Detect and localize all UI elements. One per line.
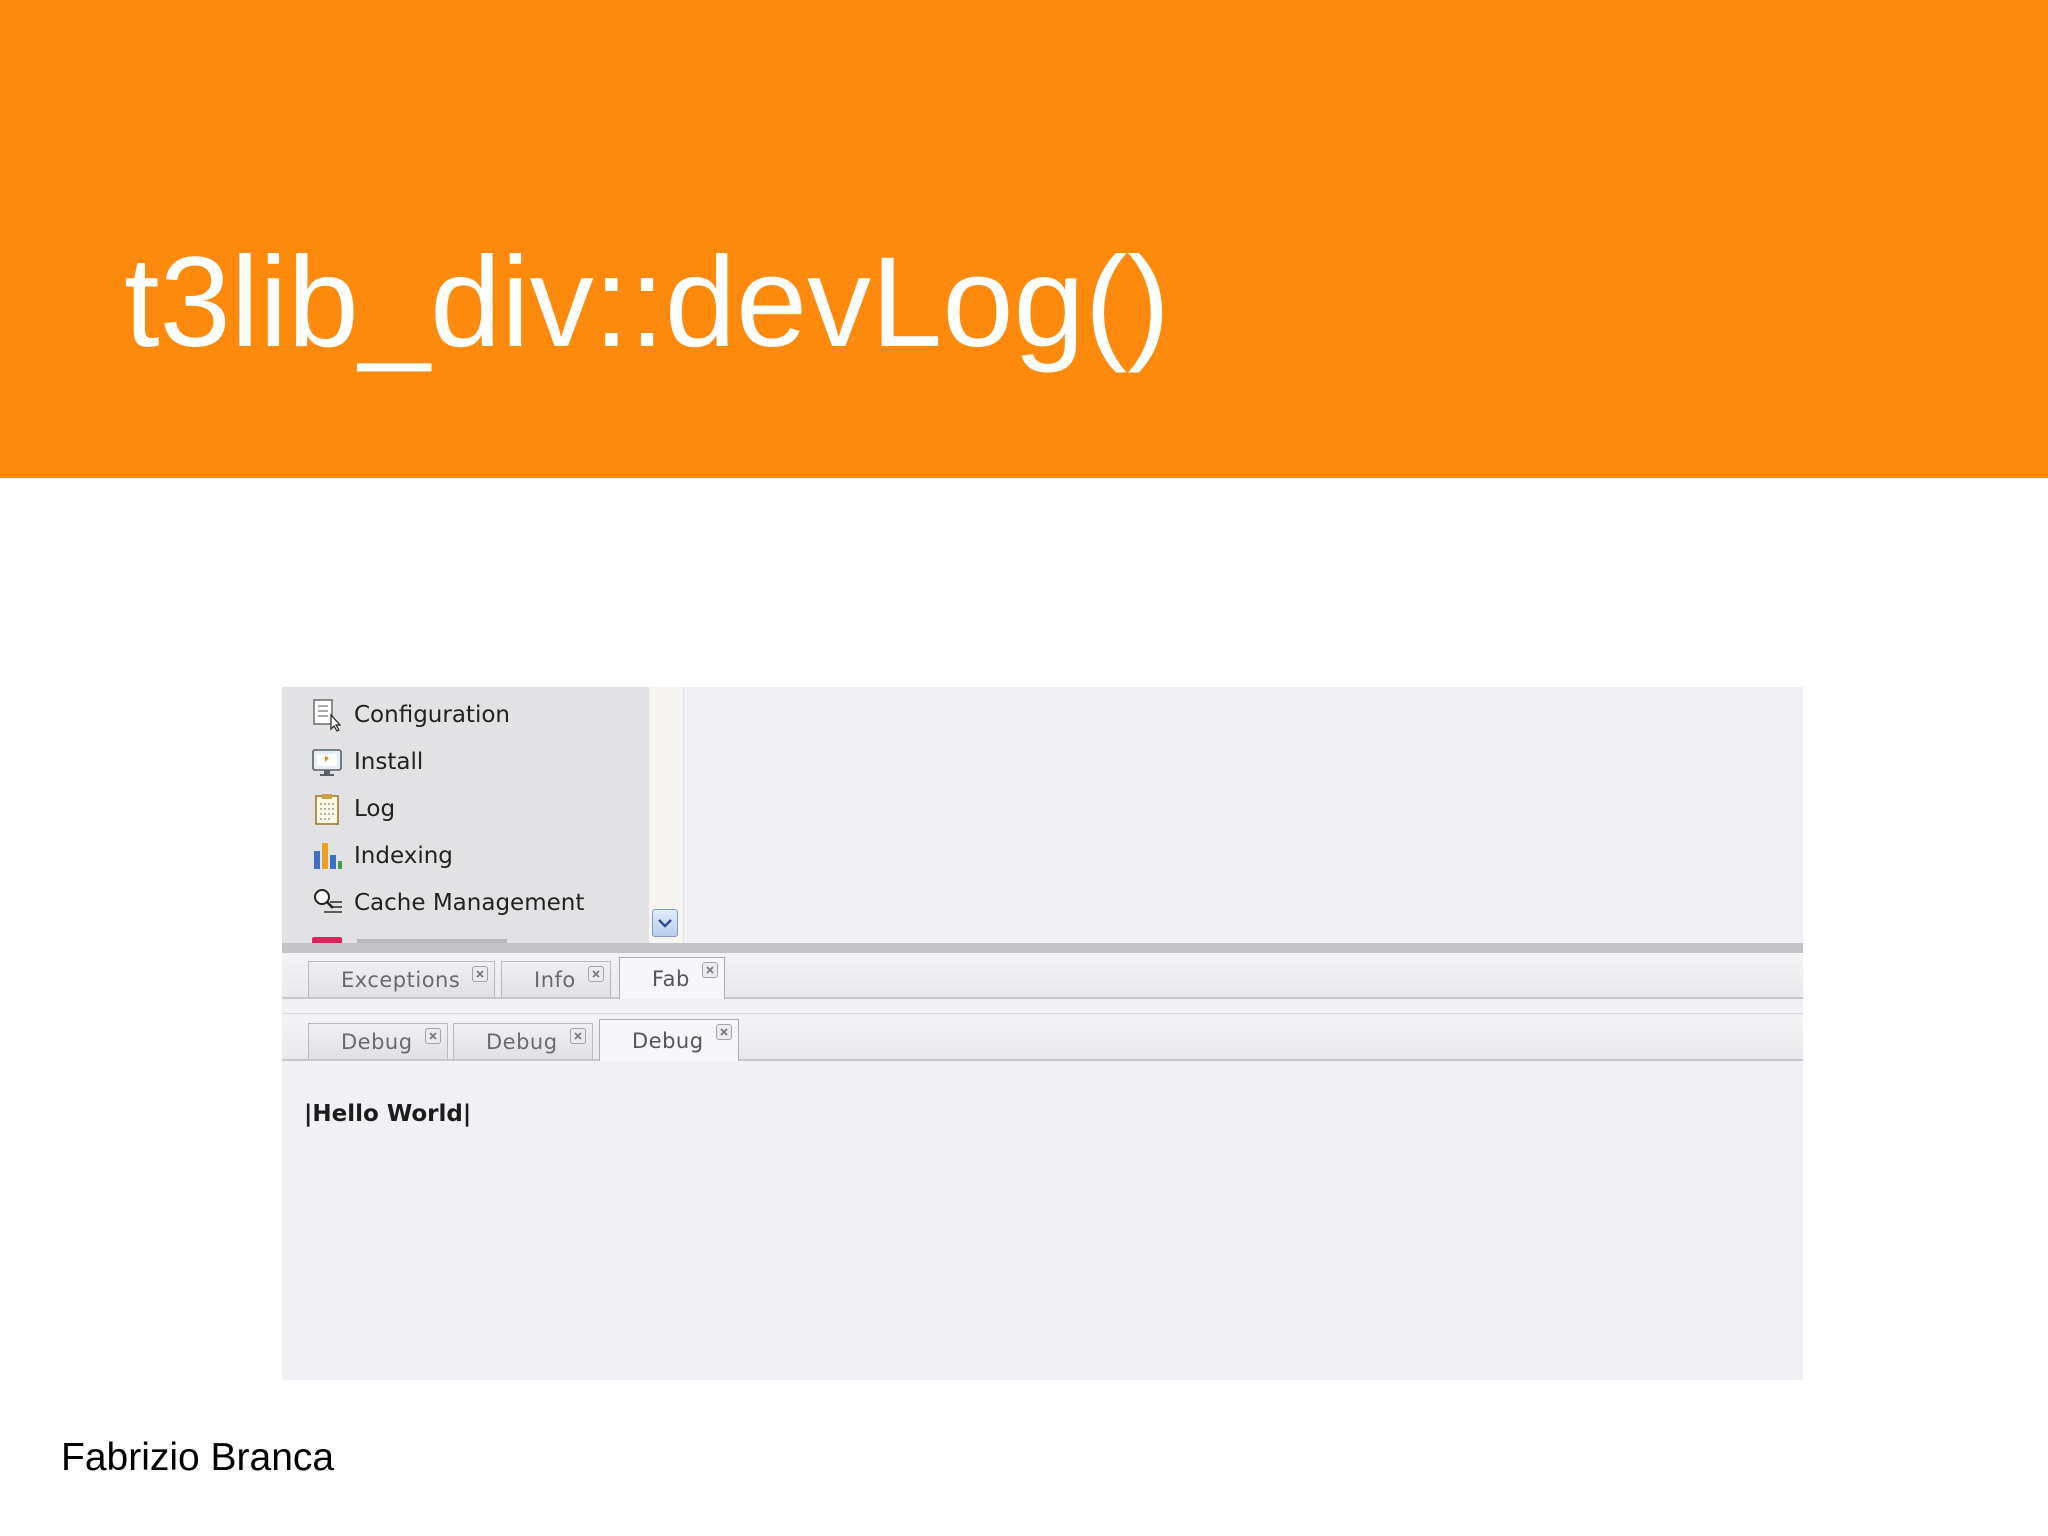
- menu-scroll-down-button[interactable]: [652, 909, 678, 937]
- chevron-down-icon: [657, 914, 673, 933]
- tabstrip-debug: Debug Debug Debug: [282, 1015, 1803, 1061]
- close-icon[interactable]: [570, 1028, 586, 1044]
- menu-item-label: Indexing: [354, 843, 453, 869]
- tab-label: Fab: [652, 966, 690, 991]
- backend-screenshot: Configuration Install Log Indexing Cache…: [282, 687, 1803, 1380]
- tab-label: Debug: [632, 1028, 704, 1053]
- tabstrip-divider: [282, 999, 1803, 1014]
- menu-item-cache-management[interactable]: Cache Management: [310, 883, 584, 923]
- configuration-icon: [310, 698, 344, 732]
- close-icon[interactable]: [588, 966, 604, 982]
- tab-label: Debug: [341, 1029, 413, 1054]
- close-icon[interactable]: [716, 1024, 732, 1040]
- menu-scroll-column: [649, 687, 684, 943]
- slide-title: t3lib_div::devLog(): [124, 231, 1170, 374]
- tab-exceptions[interactable]: Exceptions: [308, 961, 495, 997]
- install-icon: [310, 745, 344, 779]
- tab-label: Debug: [486, 1029, 558, 1054]
- tabstrip-logs: Exceptions Info Fab: [282, 953, 1803, 999]
- close-icon[interactable]: [472, 966, 488, 982]
- tab-fab[interactable]: Fab: [619, 957, 725, 999]
- tab-label: Info: [534, 967, 576, 992]
- tab-label: Exceptions: [341, 967, 461, 992]
- tab-info[interactable]: Info: [501, 961, 611, 997]
- cache-management-icon: [310, 886, 344, 920]
- menu-item-label: Cache Management: [354, 890, 585, 916]
- menu-item-install[interactable]: Install: [310, 742, 423, 782]
- tab-debug-1[interactable]: Debug: [308, 1023, 448, 1059]
- tab-debug-3[interactable]: Debug: [599, 1019, 739, 1061]
- log-icon: [310, 792, 344, 826]
- menu-item-label: Install: [354, 749, 424, 775]
- menu-item-configuration[interactable]: Configuration: [310, 695, 510, 735]
- panel-splitter[interactable]: [282, 943, 1803, 953]
- indexing-icon: [310, 839, 344, 873]
- menu-item-label: Log: [354, 796, 396, 822]
- close-icon[interactable]: [702, 962, 718, 978]
- debug-log-output: |Hello World|: [304, 1101, 472, 1127]
- module-menu: Configuration Install Log Indexing Cache…: [282, 687, 649, 943]
- close-icon[interactable]: [425, 1028, 441, 1044]
- slide-author: Fabrizio Branca: [61, 1436, 335, 1479]
- menu-item-indexing[interactable]: Indexing: [310, 836, 453, 876]
- menu-item-label: Configuration: [354, 702, 510, 728]
- tab-debug-2[interactable]: Debug: [453, 1023, 593, 1059]
- menu-item-log[interactable]: Log: [310, 789, 395, 829]
